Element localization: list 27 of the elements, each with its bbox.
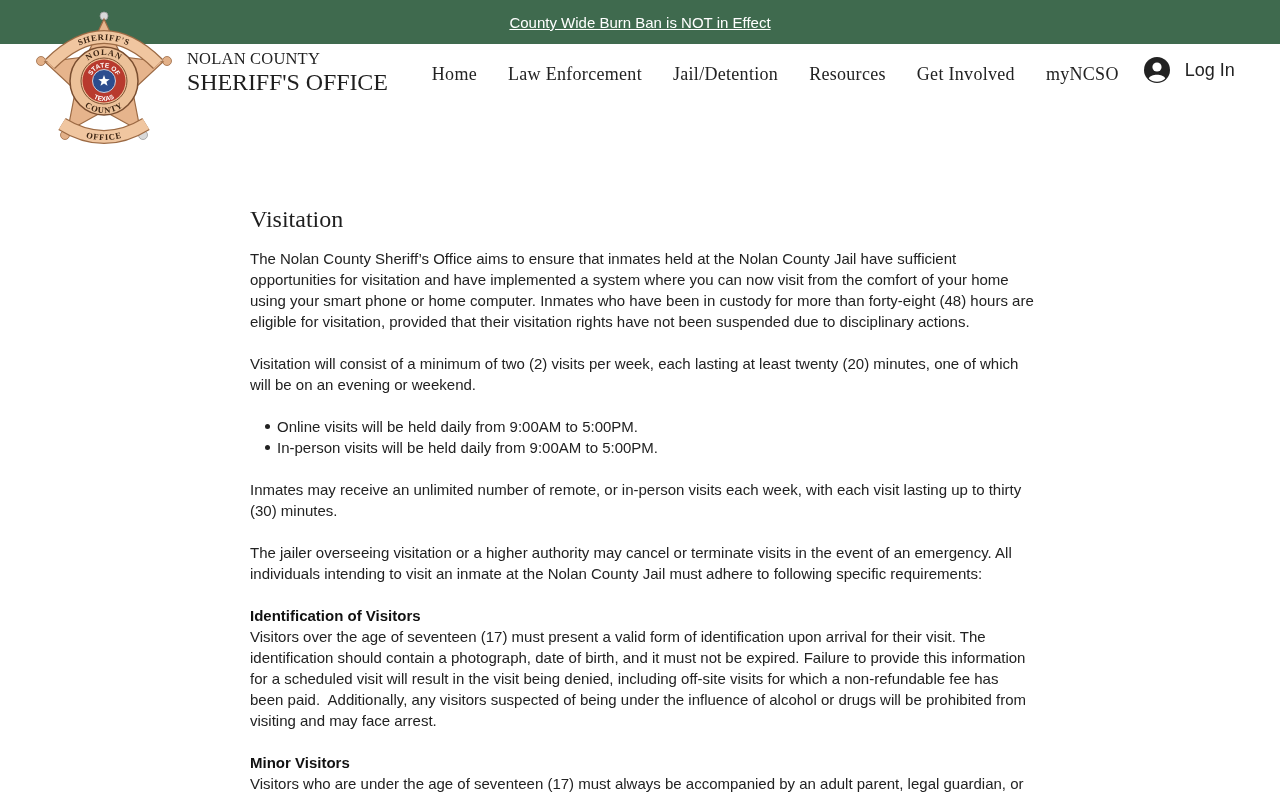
bullet-icon — [265, 424, 270, 429]
list-item-text: In-person visits will be held daily from 9:00AM to 5:00PM. — [277, 438, 658, 458]
nav-link[interactable]: myNCSO — [1045, 62, 1119, 86]
badge-ring-text: NOLAN — [83, 46, 125, 63]
paragraph: The jailer overseeing visitation or a higher authority may cancel or terminate visits in the event of an emergency. All individuals intending to visit an inmate at the Nolan County Jail must adhere to following specific requirements: — [250, 543, 1013, 584]
page-title: Visitation — [250, 205, 345, 234]
user-avatar-icon — [1143, 57, 1170, 83]
section-heading: Identification of Visitors — [250, 606, 422, 626]
burn-ban-link[interactable]: County Wide Burn Ban is NOT in Effect — [509, 13, 771, 31]
nav-link[interactable]: Jail/Detention — [672, 62, 779, 86]
nav-link[interactable]: Get Involved — [916, 62, 1015, 86]
badge-ribbon-text: SHERIFF'S — [76, 31, 132, 48]
paragraph: Visitation will consist of a minimum of two (2) visits per week, each lasting at least twenty (20) minutes, one of which will be on an evening or weekend. — [250, 354, 1020, 395]
site-name-small: NOLAN COUNTY — [187, 50, 321, 68]
paragraph: The Nolan County Sheriff’s Office aims to ensure that inmates held at the Nolan County Jail have sufficient opportunities for visitation and have implemented a system where you can now visit from the comfort of your home using your smart phone or home computer. Inmates who have been in custody for more than forty-eight (48) hours are eligible for visitation, provided that their visitation rights have not been suspended due to disciplinary actions. — [250, 249, 1034, 332]
nav-link[interactable]: Home — [431, 62, 477, 86]
bullet-icon — [265, 445, 270, 450]
list-item-text: Online visits will be held daily from 9:00AM to 5:00PM. — [277, 417, 638, 437]
log-in-button[interactable]: Log In — [1143, 57, 1235, 83]
nav-link[interactable]: Law Enforcement — [508, 62, 642, 86]
section-heading: Minor Visitors — [250, 753, 351, 773]
paragraph: Visitors over the age of seventeen (17) must present a valid form of identification upon arrival for their visit. The identification should contain a photograph, date of birth, and it must not be expired. Failure to provide this information for a scheduled visit will result in the visit being denied, including off-site visits for which a non-refundable fee has been paid. Additionally, any visitors suspected of being under the influence of alcohol or drugs will be prohibited from visiting and may face arrest. — [250, 627, 1028, 731]
badge-ribbon-text: OFFICE — [85, 129, 123, 143]
nav-link[interactable]: Resources — [809, 62, 886, 86]
paragraph: Inmates may receive an unlimited number of remote, or in-person visits each week, with each visit lasting up to thirty (30) minutes. — [250, 480, 1023, 521]
paragraph: Visitors who are under the age of seventeen (17) must always be accompanied by an adult parent, legal guardian, or — [250, 774, 1025, 794]
site-name: SHERIFF'S OFFICE — [187, 68, 388, 96]
